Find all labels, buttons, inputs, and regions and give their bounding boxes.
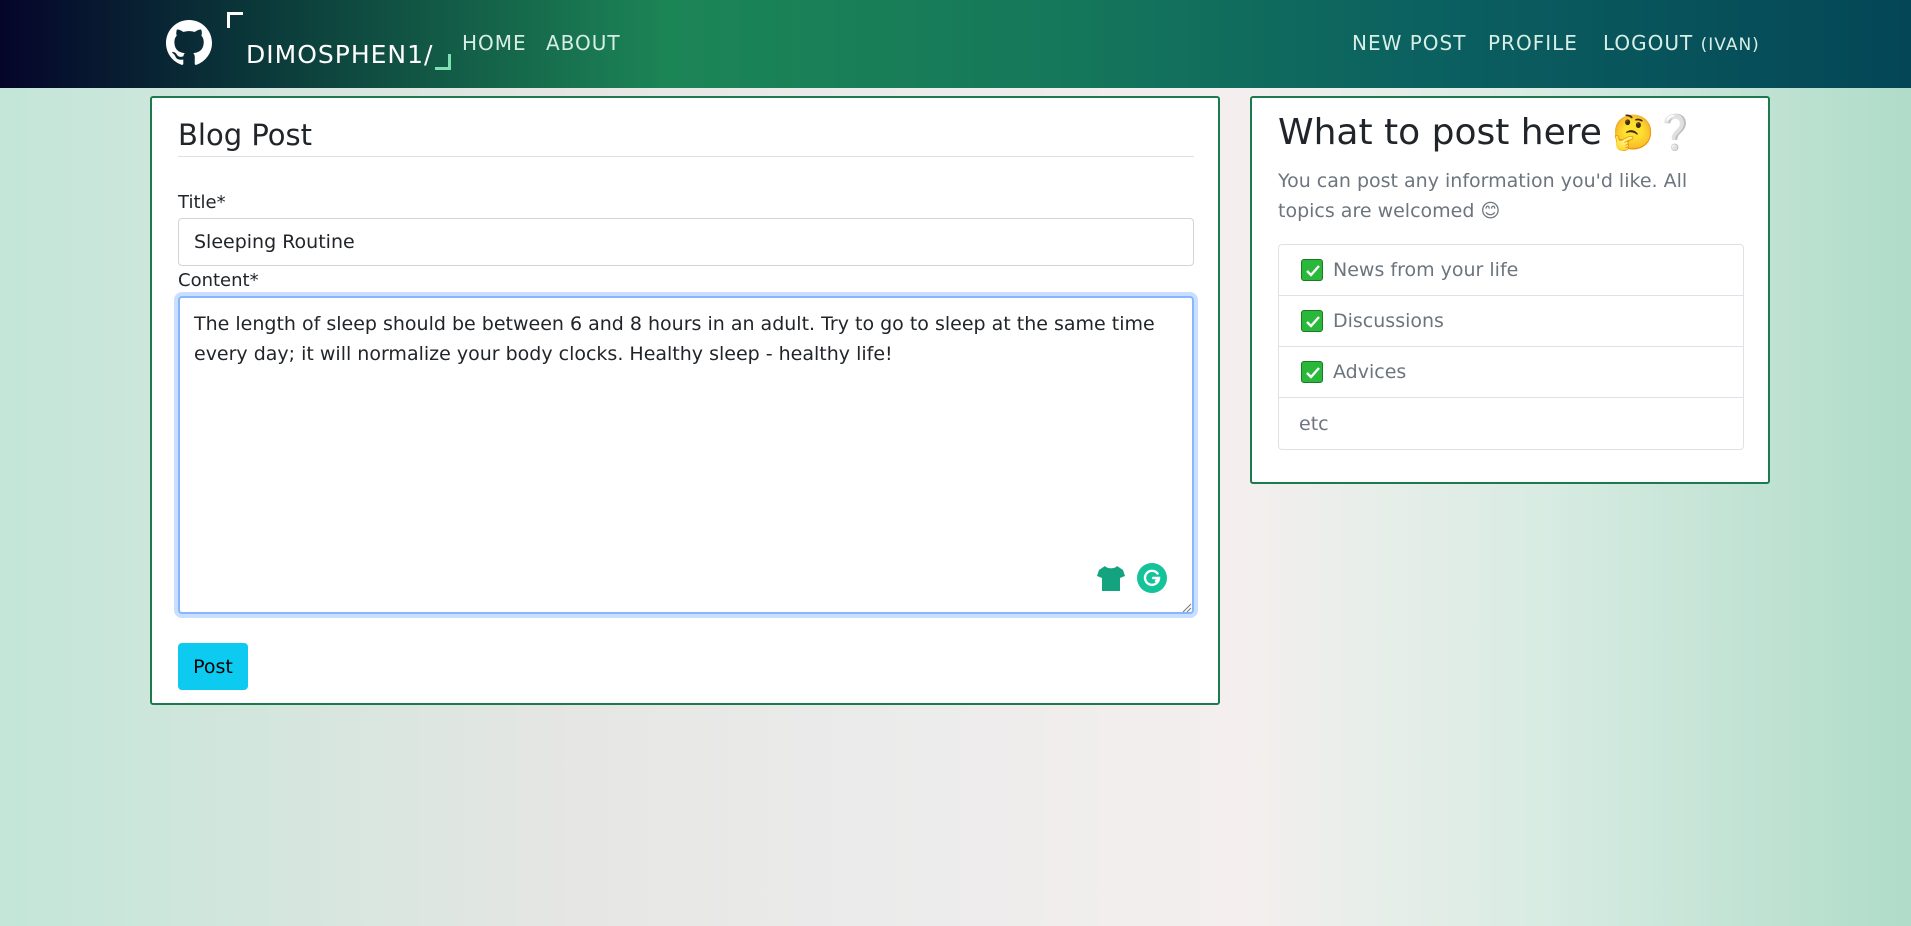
blog-post-card: Blog Post Title* Content* The length of … — [150, 96, 1220, 705]
content-textarea[interactable]: The length of sleep should be between 6 … — [178, 296, 1194, 614]
title-label: Title* — [178, 192, 226, 213]
title-input[interactable] — [178, 218, 1194, 266]
topic-list: News from your life Discussions Advices … — [1278, 244, 1744, 450]
content-label: Content* — [178, 270, 259, 291]
nav-home[interactable]: HOME — [462, 31, 527, 55]
github-icon[interactable] — [166, 20, 212, 66]
post-button[interactable]: Post — [178, 643, 248, 690]
nav-about[interactable]: ABOUT — [546, 31, 621, 55]
brand-corner-top-left — [227, 12, 243, 28]
list-item-label: Advices — [1333, 361, 1407, 383]
info-card: What to post here 🤔❔ You can post any in… — [1250, 96, 1770, 484]
shirt-extension-icon[interactable] — [1096, 564, 1126, 592]
form-title: Blog Post — [178, 118, 312, 152]
list-item: Discussions — [1279, 296, 1743, 347]
content-text: The length of sleep should be between 6 … — [194, 313, 1155, 365]
list-item-label: News from your life — [1333, 259, 1519, 281]
smile-icon: 😊 — [1480, 200, 1501, 222]
nav-logout-label: LOGOUT — [1603, 31, 1694, 55]
sidebar-title-text: What to post here — [1278, 112, 1602, 153]
list-item-label: etc — [1299, 412, 1329, 435]
checkmark-icon — [1301, 259, 1323, 281]
brand-corner-bottom-right — [435, 54, 451, 70]
divider — [178, 156, 1194, 157]
sidebar-description: You can post any information you'd like.… — [1278, 166, 1748, 226]
brand-text: DIMOSPHEN1/ — [246, 40, 434, 69]
list-item: News from your life — [1279, 245, 1743, 296]
nav-profile[interactable]: PROFILE — [1488, 31, 1578, 55]
brand-logo[interactable]: DIMOSPHEN1/ — [227, 12, 453, 72]
navbar: DIMOSPHEN1/ HOME ABOUT NEW POST PROFILE … — [0, 0, 1911, 88]
list-item: etc — [1279, 398, 1743, 449]
list-item: Advices — [1279, 347, 1743, 398]
nav-username: (IVAN) — [1700, 35, 1760, 55]
checkmark-icon — [1301, 310, 1323, 332]
sidebar-title: What to post here 🤔❔ — [1278, 112, 1697, 153]
resize-handle-icon[interactable] — [1182, 603, 1192, 613]
nav-new-post[interactable]: NEW POST — [1352, 31, 1466, 55]
nav-logout[interactable]: LOGOUT (IVAN) — [1603, 31, 1760, 55]
grammarly-icon[interactable] — [1137, 563, 1167, 593]
list-item-label: Discussions — [1333, 310, 1444, 332]
checkmark-icon — [1301, 361, 1323, 383]
thinking-question-icon: 🤔❔ — [1611, 112, 1697, 153]
